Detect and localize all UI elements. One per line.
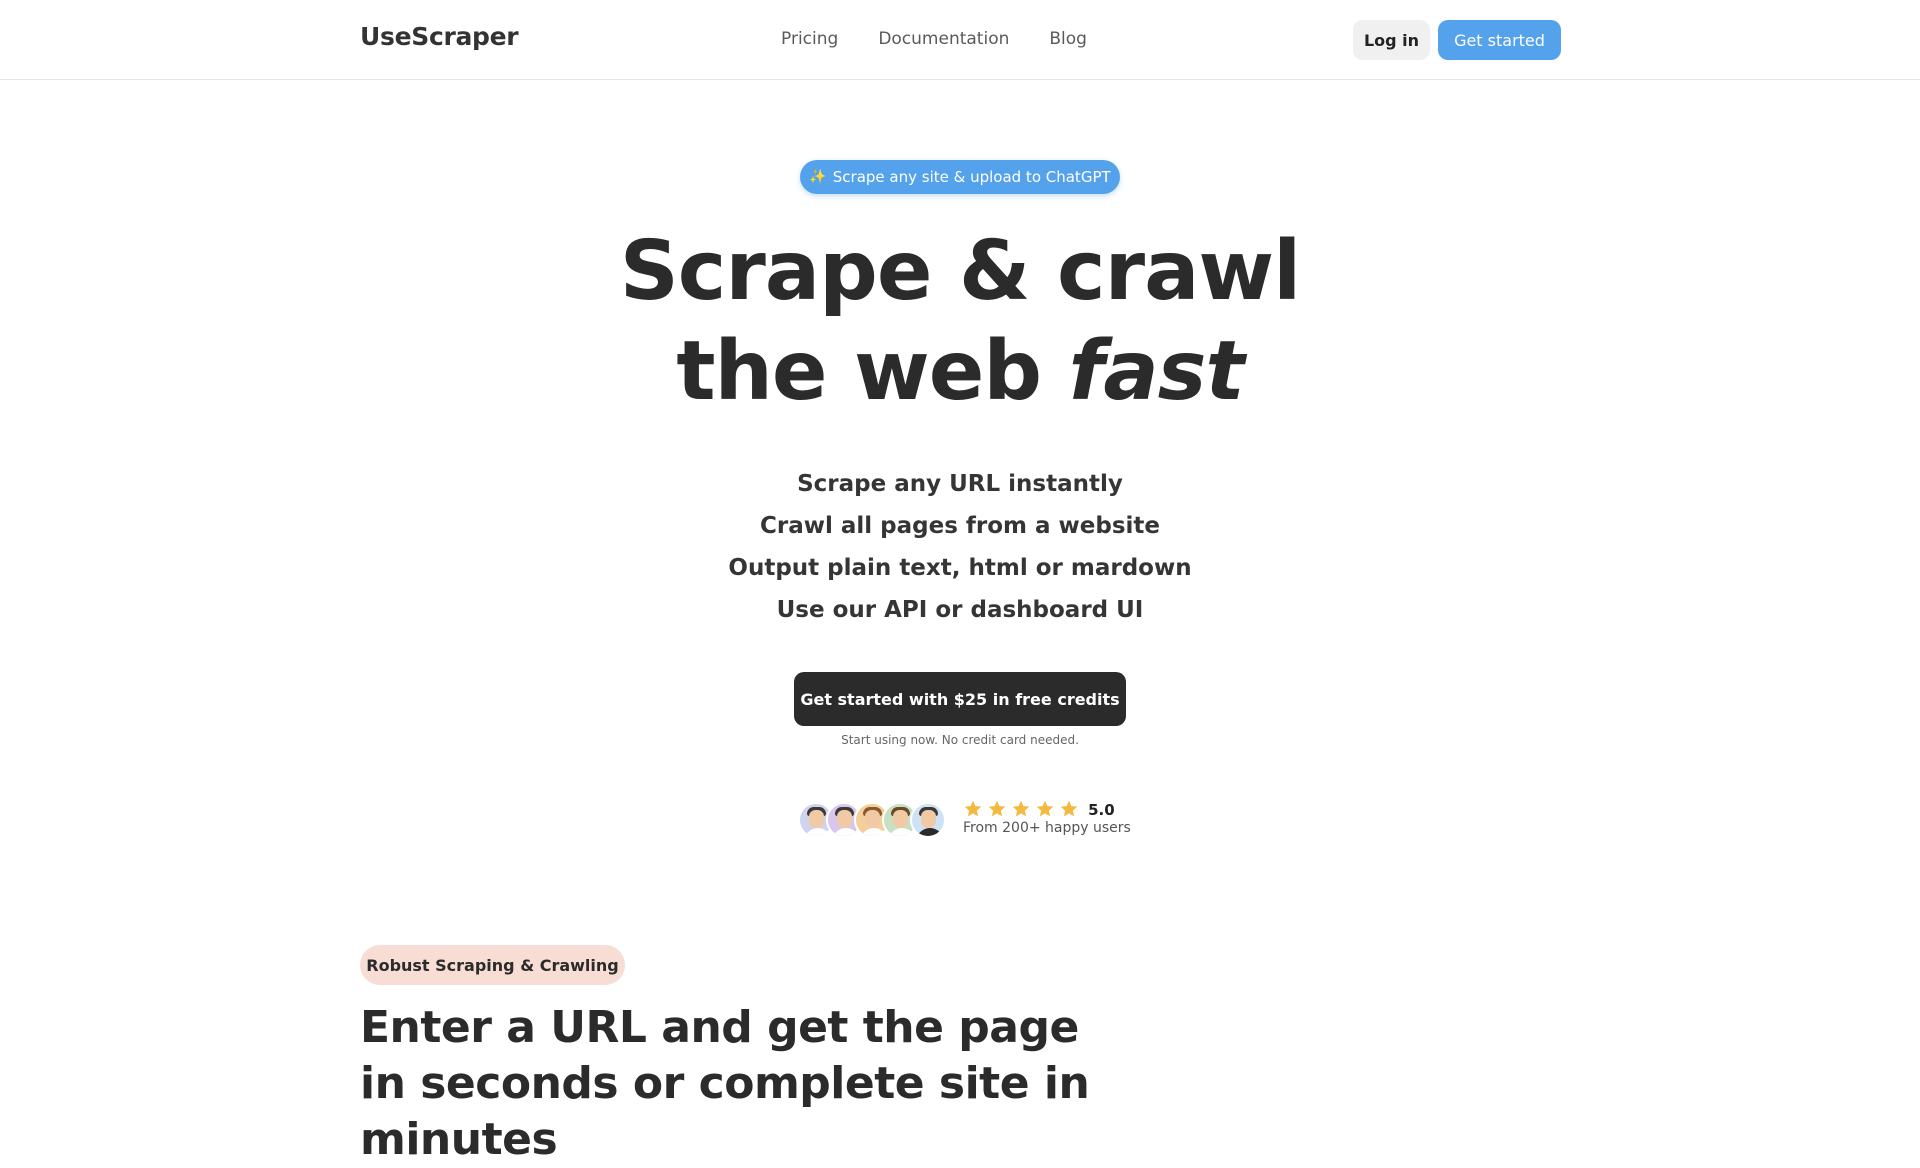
- rating: 5.0 From 200+ happy users: [963, 798, 1131, 836]
- chatgpt-upload-badge[interactable]: ✨ Scrape any site & upload to ChatGPT: [800, 160, 1120, 194]
- hero-title-line-1: Scrape & crawl: [619, 224, 1302, 319]
- star-icon: [1060, 800, 1078, 816]
- sparkles-icon: ✨: [809, 169, 827, 185]
- star-icon: [964, 800, 982, 816]
- user-avatar: [910, 802, 946, 838]
- section-title: Enter a URL and get the page in seconds …: [360, 1002, 1090, 1165]
- star-icon: [1012, 800, 1030, 816]
- section-badge: Robust Scraping & Crawling: [360, 945, 625, 985]
- feature-item: Output plain text, html or mardown: [728, 555, 1192, 581]
- rating-note: From 200+ happy users: [963, 820, 1131, 836]
- nav-link-documentation[interactable]: Documentation: [878, 29, 1009, 49]
- user-avatars: [798, 802, 946, 838]
- feature-item: Use our API or dashboard UI: [776, 597, 1144, 623]
- feature-item: Scrape any URL instantly: [797, 471, 1123, 497]
- star-icon: [988, 800, 1006, 816]
- hero-title-line-2-prefix: the web: [676, 324, 1069, 419]
- hero-title: Scrape & crawl the web fast: [560, 222, 1360, 422]
- nav-link-pricing[interactable]: Pricing: [781, 29, 838, 49]
- main-nav: Pricing Documentation Blog: [781, 29, 1087, 49]
- star-icon: [1036, 800, 1054, 816]
- login-button[interactable]: Log in: [1353, 20, 1430, 60]
- cta-note: Start using now. No credit card needed.: [841, 733, 1079, 747]
- feature-list: Scrape any URL instantly Crawl all pages…: [660, 463, 1260, 631]
- site-header: UseScraper Pricing Documentation Blog Lo…: [0, 0, 1920, 80]
- hero-title-emphasis: fast: [1068, 324, 1245, 419]
- logo[interactable]: UseScraper: [360, 22, 519, 51]
- nav-link-blog[interactable]: Blog: [1049, 29, 1087, 49]
- get-started-button[interactable]: Get started: [1438, 20, 1561, 60]
- free-credits-cta-button[interactable]: Get started with $25 in free credits: [794, 672, 1126, 726]
- badge-label: Scrape any site & upload to ChatGPT: [832, 168, 1111, 186]
- star-rating: [963, 799, 1079, 819]
- hero-title-line-2: the web fast: [560, 322, 1360, 422]
- rating-score: 5.0: [1088, 801, 1115, 819]
- feature-item: Crawl all pages from a website: [759, 513, 1161, 539]
